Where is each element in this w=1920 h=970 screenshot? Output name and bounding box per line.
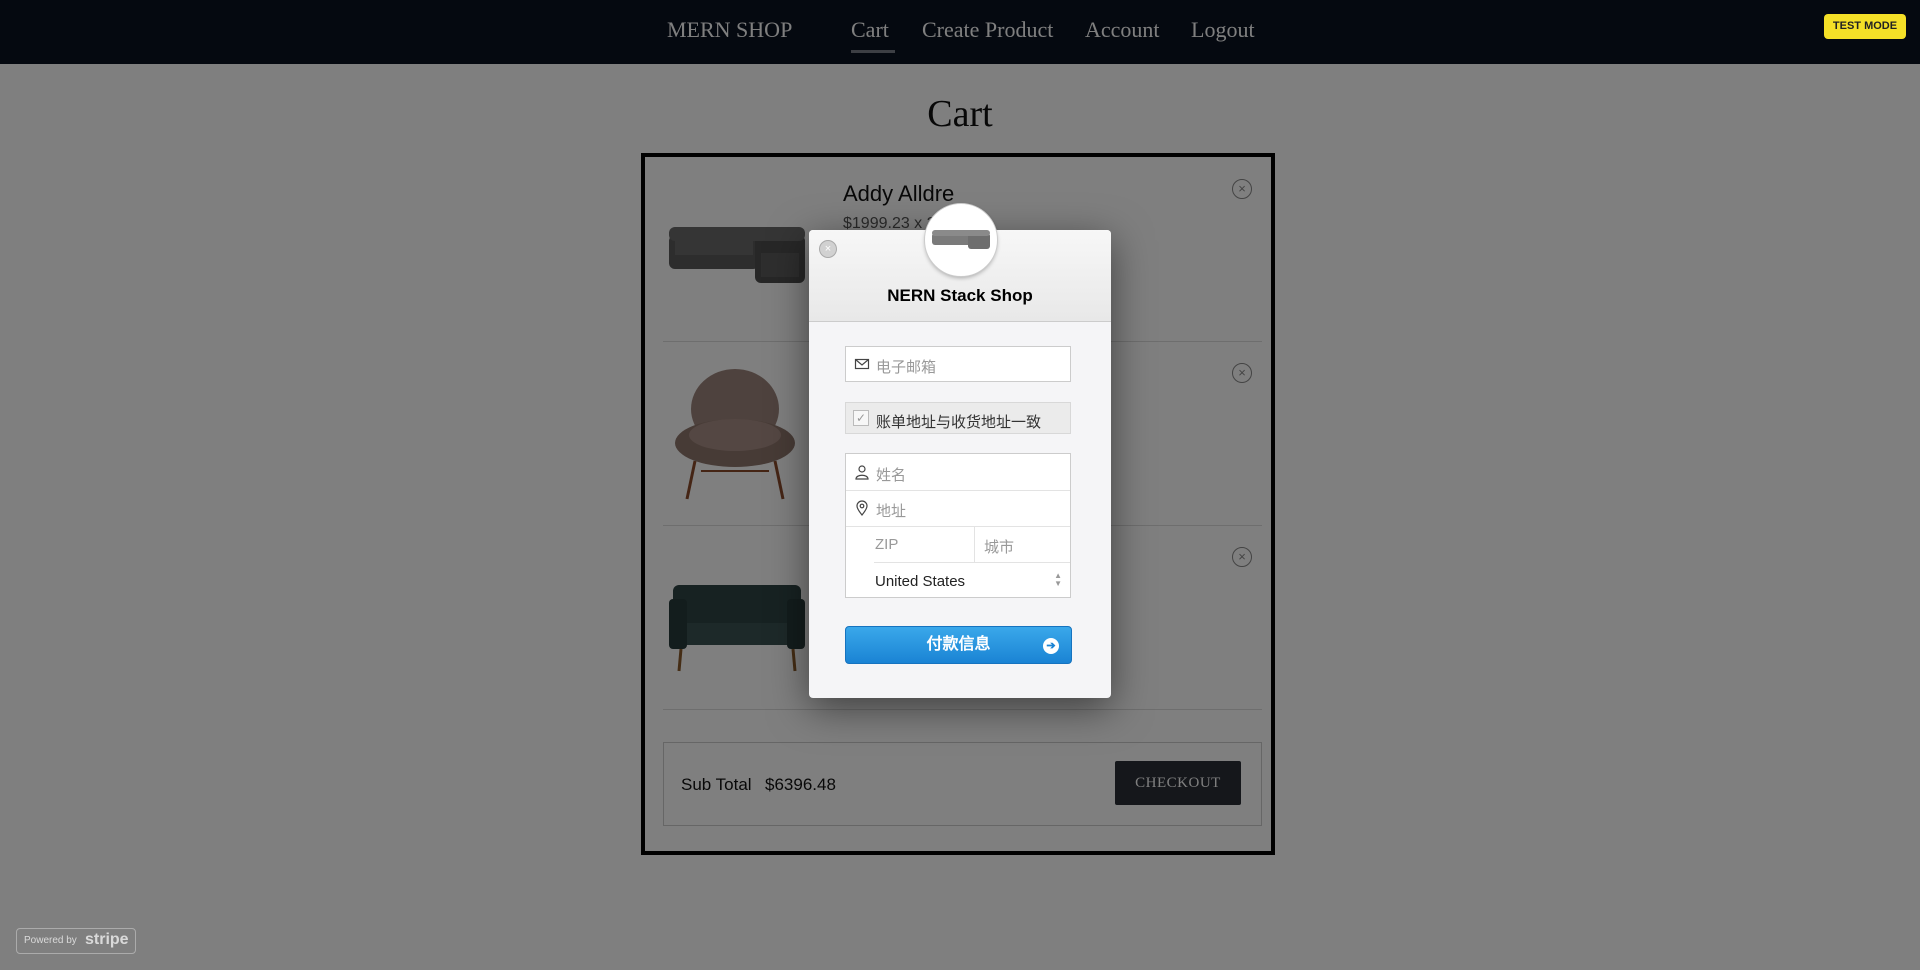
country-value: United States <box>875 573 966 590</box>
email-field[interactable]: 电子邮箱 <box>845 346 1071 382</box>
stripe-checkout-modal: × NERN Stack Shop 电子邮箱 ✓ 账单地址与收货地址一致 姓名 … <box>809 204 1111 698</box>
zip-placeholder: ZIP <box>875 536 899 553</box>
country-select[interactable]: United States ▲ ▼ <box>874 564 1070 598</box>
name-field[interactable]: 姓名 <box>846 454 1070 491</box>
city-placeholder: 城市 <box>984 539 1015 556</box>
envelope-icon <box>854 358 870 370</box>
checkbox-checked-icon[interactable]: ✓ <box>853 410 869 426</box>
test-mode-badge: TEST MODE <box>1824 14 1906 39</box>
name-placeholder: 姓名 <box>876 467 907 484</box>
address-fieldset: 姓名 地址 ZIP 城市 United States ▲ ▼ <box>845 453 1071 598</box>
payment-button-label: 付款信息 <box>926 636 991 653</box>
same-address-label: 账单地址与收货地址一致 <box>876 414 1042 431</box>
shop-logo <box>925 204 997 276</box>
person-icon <box>855 465 869 480</box>
select-arrows-icon: ▲ ▼ <box>1054 571 1062 588</box>
same-address-checkbox-row[interactable]: ✓ 账单地址与收货地址一致 <box>845 402 1071 434</box>
email-placeholder: 电子邮箱 <box>876 359 937 376</box>
zip-field[interactable]: ZIP <box>874 526 975 563</box>
arrow-right-icon: ➔ <box>1043 638 1059 654</box>
shop-name: NERN Stack Shop <box>887 286 1033 305</box>
payment-info-button[interactable]: 付款信息 ➔ <box>845 626 1072 664</box>
stripe-logo: stripe <box>85 931 129 948</box>
city-field[interactable]: 城市 <box>974 526 1070 563</box>
sofa-thumbnail-icon <box>928 207 994 273</box>
powered-by-stripe[interactable]: Powered by stripe <box>16 928 136 954</box>
address-field[interactable]: 地址 <box>846 490 1070 527</box>
modal-header: × NERN Stack Shop <box>809 204 1111 322</box>
address-placeholder: 地址 <box>876 503 907 520</box>
close-icon[interactable]: × <box>819 240 837 258</box>
powered-by-label: Powered by <box>24 935 77 946</box>
map-pin-icon <box>856 500 868 516</box>
